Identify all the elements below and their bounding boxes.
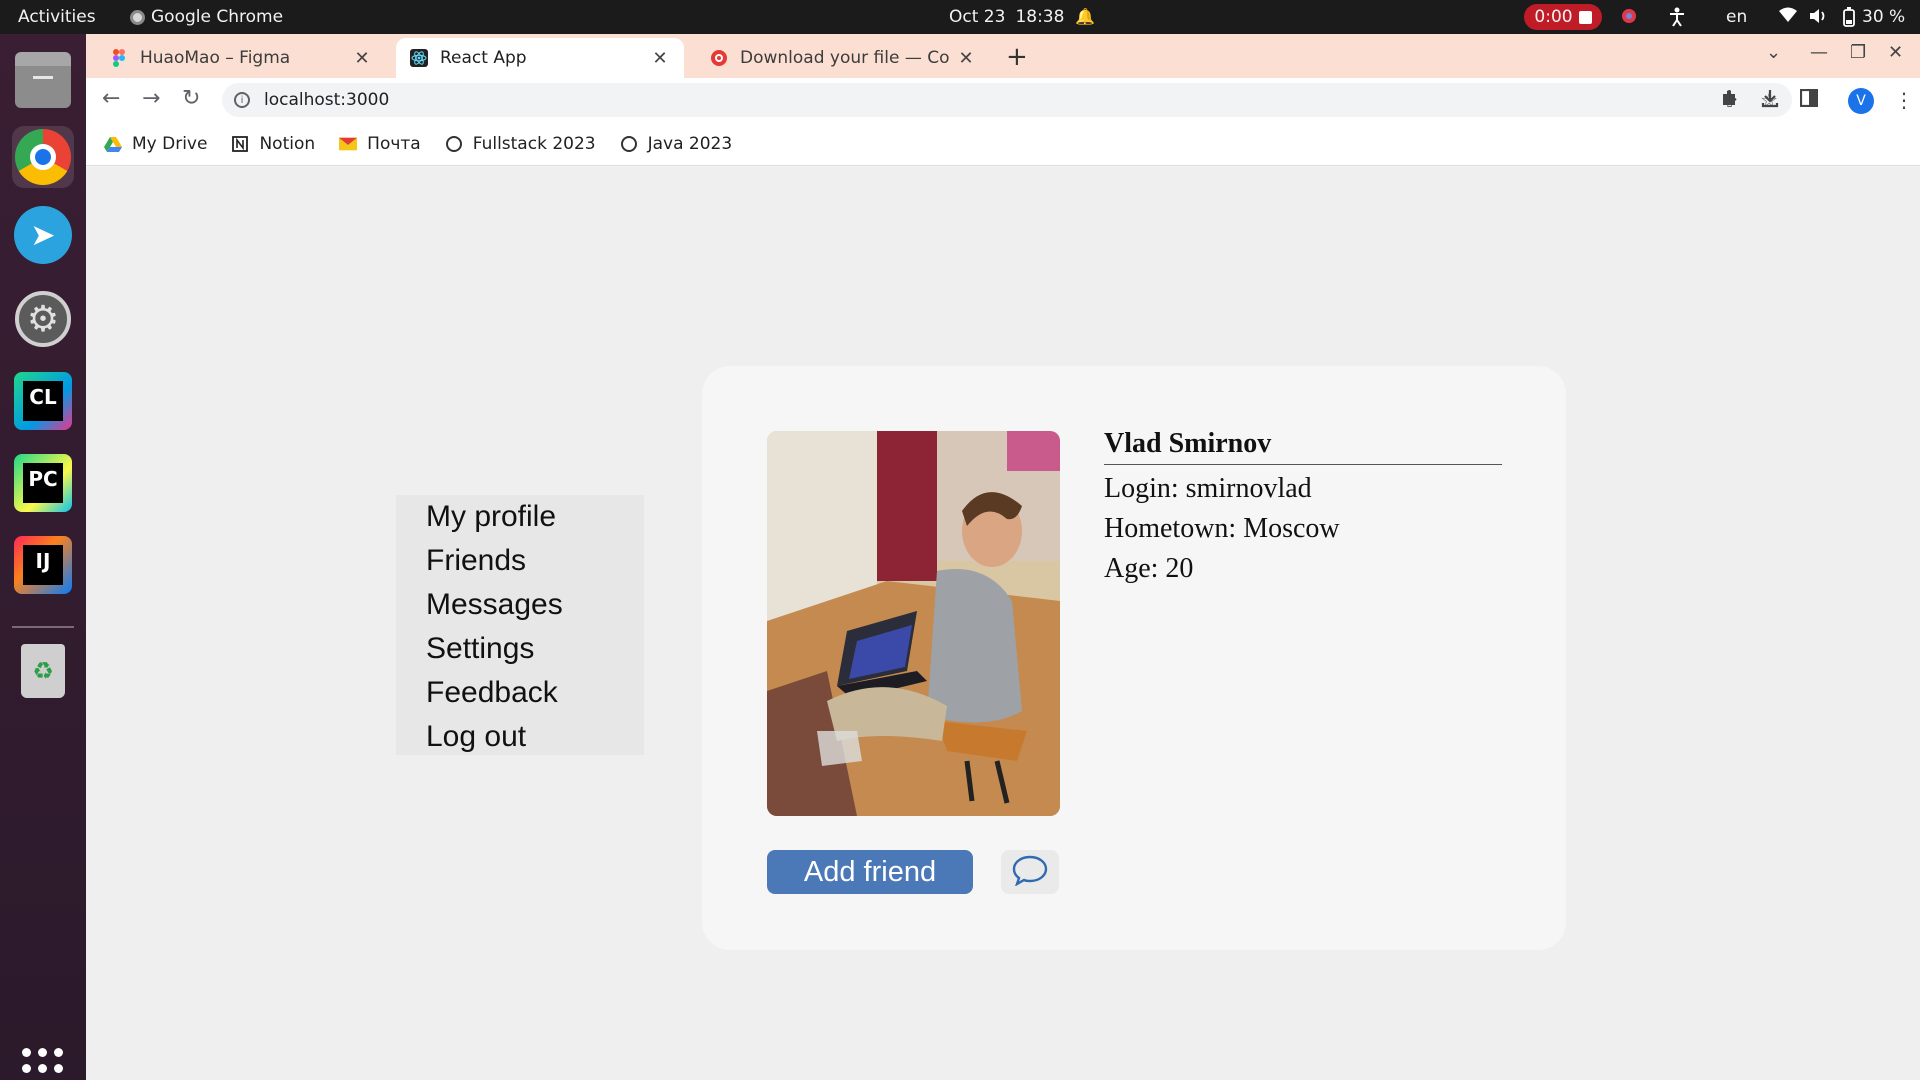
new-tab-button[interactable]: +: [1006, 42, 1028, 72]
drive-icon: [104, 136, 122, 152]
tab-title: Download your file — Co: [740, 48, 950, 68]
menu-item-feedback[interactable]: Feedback: [426, 671, 644, 715]
add-friend-button[interactable]: Add friend: [767, 850, 973, 894]
tab-search-icon[interactable]: ⌄: [1766, 42, 1781, 63]
browser-window: HuaoMao – Figma ✕ React App ✕ Download y…: [86, 34, 1920, 1080]
bookmark-fullstack-2023[interactable]: Fullstack 2023: [445, 134, 596, 154]
record-dot-icon: [1620, 7, 1638, 30]
show-apps-icon[interactable]: [22, 1048, 64, 1080]
profile-card: Vlad Smirnov Login: smirnovlad Hometown:…: [702, 366, 1566, 950]
bookmark-notion[interactable]: Notion: [231, 134, 315, 154]
system-top-bar: Activities Google Chrome Oct 23 18:38 🔔 …: [0, 0, 1920, 34]
profile-info: Vlad Smirnov Login: smirnovlad Hometown:…: [1104, 428, 1502, 585]
dock-separator: [12, 626, 74, 628]
files-app-icon[interactable]: [12, 52, 74, 114]
clion-app-icon[interactable]: CL: [12, 370, 74, 432]
volume-icon: [1808, 7, 1828, 30]
react-icon: [410, 49, 428, 67]
reload-icon[interactable]: ↻: [182, 86, 200, 111]
activities-button[interactable]: Activities: [18, 7, 96, 27]
site-info-icon[interactable]: i: [234, 92, 250, 108]
chrome-app-icon[interactable]: [12, 126, 74, 188]
screen-recording-indicator[interactable]: 0:00: [1524, 4, 1602, 30]
recording-time: 0:00: [1534, 7, 1573, 27]
clock[interactable]: Oct 23 18:38: [949, 7, 1064, 27]
figma-icon: [110, 49, 128, 67]
profile-name: Vlad Smirnov: [1104, 428, 1502, 465]
profile-hometown: Hometown: Moscow: [1104, 513, 1340, 544]
notification-icon: 🔔: [1075, 7, 1095, 26]
intellij-app-icon[interactable]: IJ: [12, 534, 74, 596]
app-name: Google Chrome: [151, 7, 284, 27]
bookmark-my-drive[interactable]: My Drive: [104, 134, 207, 154]
globe-icon: [620, 135, 638, 152]
globe-icon: [445, 135, 463, 152]
wifi-icon: [1778, 7, 1798, 28]
close-icon[interactable]: ✕: [650, 48, 670, 69]
extensions-icon[interactable]: [1720, 88, 1740, 113]
pycharm-app-icon[interactable]: PC: [12, 452, 74, 514]
back-icon[interactable]: ←: [102, 86, 120, 111]
mail-icon: [339, 136, 358, 152]
bookmark-mail[interactable]: Почта: [339, 134, 421, 154]
forward-icon[interactable]: →: [142, 86, 160, 111]
send-message-button[interactable]: [1001, 850, 1059, 894]
language-indicator[interactable]: en: [1726, 7, 1747, 27]
menu-item-log-out[interactable]: Log out: [426, 715, 644, 759]
profile-avatar[interactable]: V: [1848, 88, 1874, 114]
profile-age: Age: 20: [1104, 553, 1194, 584]
profile-photo: [767, 431, 1060, 816]
close-icon[interactable]: ✕: [352, 48, 372, 69]
bookmark-label: Java 2023: [647, 133, 733, 154]
chrome-mini-icon: [130, 9, 145, 25]
download-icon: [710, 49, 728, 67]
bookmark-label: Почта: [367, 133, 421, 154]
tab-strip: HuaoMao – Figma ✕ React App ✕ Download y…: [86, 34, 1920, 78]
app-menu[interactable]: Google Chrome: [130, 7, 283, 27]
close-window-icon[interactable]: ✕: [1888, 42, 1903, 63]
date-label: Oct 23: [949, 7, 1006, 27]
accessibility-icon[interactable]: [1668, 7, 1686, 32]
tab-title: HuaoMao – Figma: [140, 48, 291, 68]
chrome-menu-icon[interactable]: ⋮: [1894, 88, 1914, 112]
bookmark-java-2023[interactable]: Java 2023: [620, 133, 733, 154]
time-label: 18:38: [1015, 7, 1065, 27]
close-icon[interactable]: ✕: [956, 48, 976, 69]
bookmark-label: Fullstack 2023: [472, 133, 596, 154]
telegram-app-icon[interactable]: ➤: [12, 204, 74, 266]
chat-bubble-icon: [1012, 854, 1048, 890]
page-content: My profile Friends Messages Settings Fee…: [86, 167, 1920, 1080]
browser-toolbar: ← → ↻ i localhost:3000 ⇪ ☆ V ⋮: [86, 78, 1920, 122]
trash-icon[interactable]: ♻: [12, 640, 74, 702]
downloads-icon[interactable]: [1760, 88, 1780, 113]
tab-download[interactable]: Download your file — Co ✕: [696, 38, 990, 78]
dock: ➤ ⚙ CL PC IJ ♻: [0, 34, 86, 1080]
notion-icon: [231, 135, 249, 152]
menu-item-my-profile[interactable]: My profile: [426, 495, 644, 539]
side-panel-icon[interactable]: [1799, 88, 1819, 112]
sidebar-menu: My profile Friends Messages Settings Fee…: [396, 495, 644, 755]
bookmarks-bar: My Drive Notion Почта Fullstack 2023 Jav…: [86, 122, 1920, 166]
tab-react-app[interactable]: React App ✕: [396, 38, 684, 78]
profile-login: Login: smirnovlad: [1104, 473, 1312, 504]
bookmark-label: Notion: [259, 133, 316, 154]
battery-icon: [1842, 7, 1856, 32]
address-bar[interactable]: i localhost:3000 ⇪ ☆: [222, 83, 1792, 117]
menu-item-messages[interactable]: Messages: [426, 583, 644, 627]
minimize-icon[interactable]: —: [1810, 42, 1828, 63]
stop-icon: [1578, 10, 1592, 24]
tab-title: React App: [440, 48, 527, 68]
bookmark-label: My Drive: [132, 133, 208, 154]
menu-item-settings[interactable]: Settings: [426, 627, 644, 671]
restore-icon[interactable]: ❐: [1850, 42, 1866, 63]
tab-figma[interactable]: HuaoMao – Figma ✕: [96, 38, 386, 78]
menu-item-friends[interactable]: Friends: [426, 539, 644, 583]
settings-app-icon[interactable]: ⚙: [12, 288, 74, 350]
battery-percent: 30 %: [1862, 7, 1906, 27]
url-text[interactable]: localhost:3000: [264, 90, 389, 110]
